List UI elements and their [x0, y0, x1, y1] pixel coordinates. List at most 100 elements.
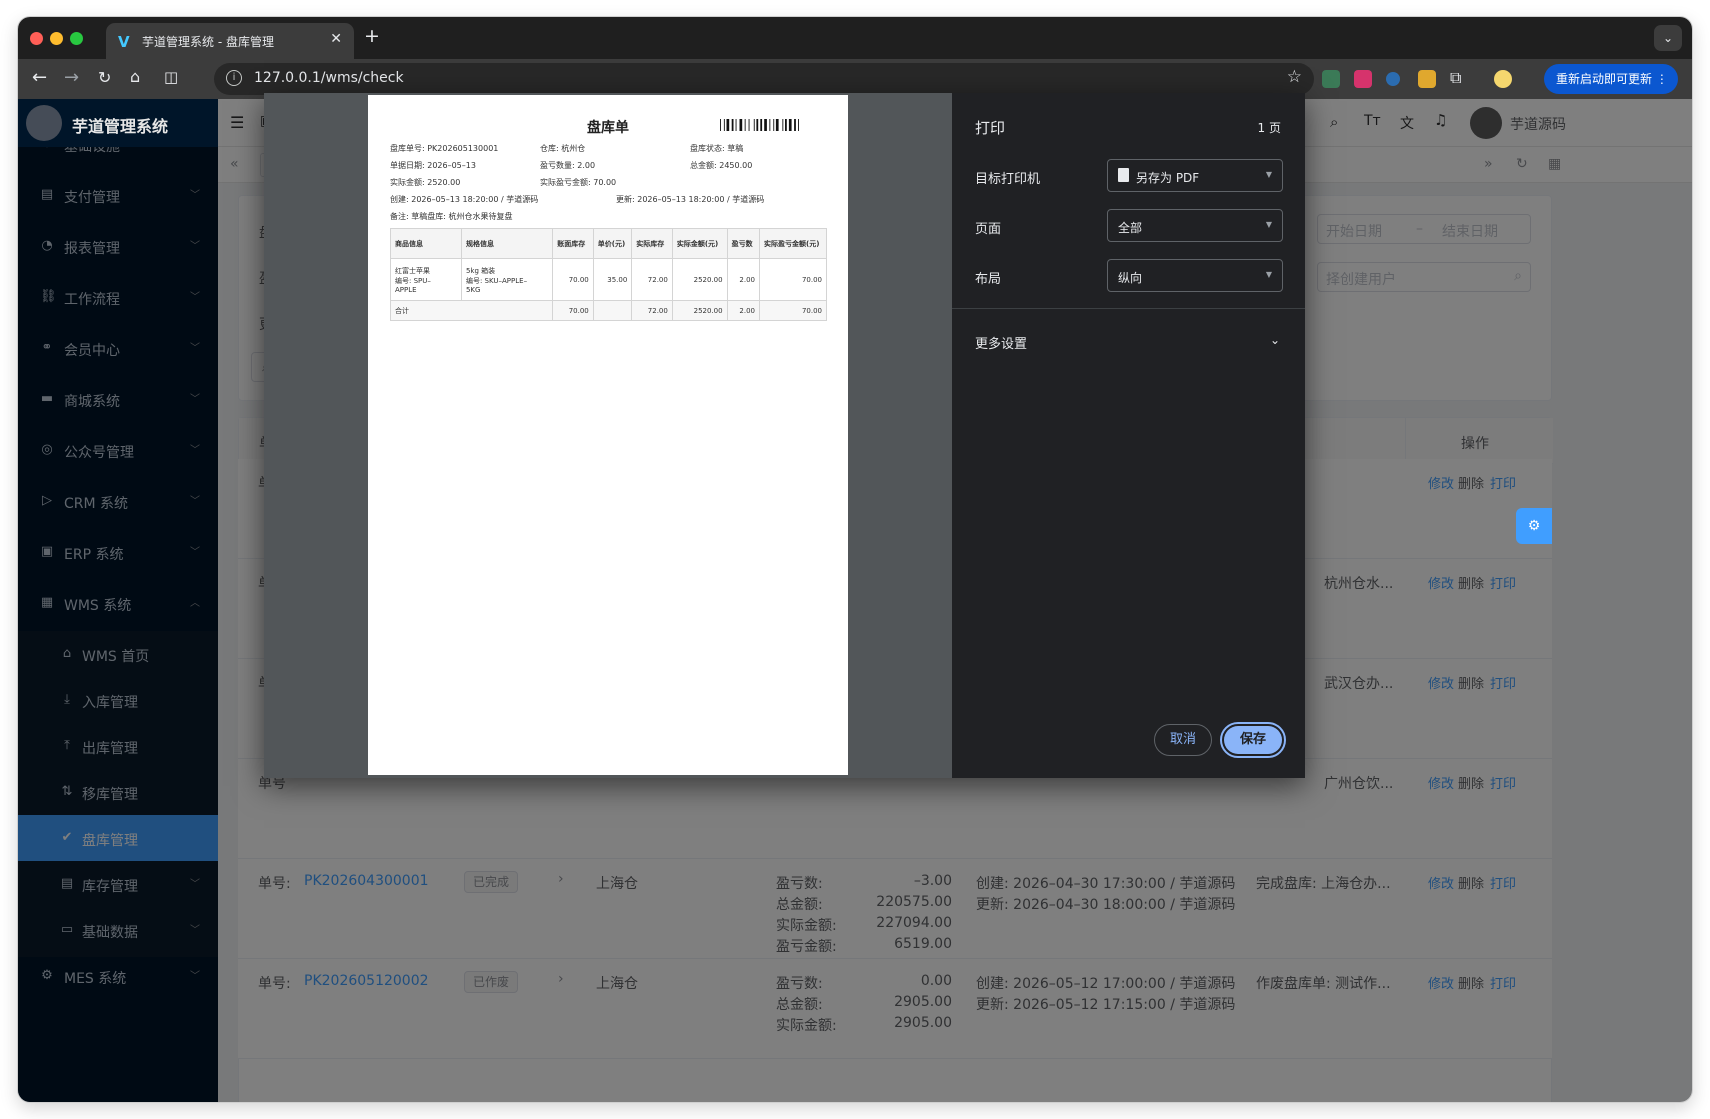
doc-actual: 实际金额: 2520.00: [390, 178, 461, 187]
doc-product-code-2: APPLE: [395, 285, 417, 294]
tab-search-button[interactable]: ⌄: [1654, 25, 1682, 51]
barcode-bar: [788, 119, 792, 131]
site-info-icon[interactable]: i: [226, 70, 242, 86]
barcode-bar: [798, 119, 799, 131]
barcode-bar: [739, 119, 743, 131]
doc-product-code: 编号: SPU–: [395, 276, 431, 285]
browser-tab[interactable]: V 芋道管理系统 - 盘库管理 ✕: [106, 23, 354, 59]
settings-divider: [952, 308, 1305, 309]
barcode-bar: [794, 119, 796, 131]
doc-spec-code: 编号: SKU–APPLE–: [465, 276, 528, 285]
barcode-bar: [764, 119, 767, 131]
doc-th: 规格信息: [460, 228, 554, 259]
forward-icon[interactable]: →: [64, 67, 79, 88]
doc-spec-code-2: 5KG: [465, 285, 481, 294]
barcode-bar: [731, 119, 734, 131]
profile-avatar-icon[interactable]: [1494, 70, 1512, 88]
tab-title: 芋道管理系统 - 盘库管理: [142, 35, 274, 49]
vue-logo-icon: V: [118, 33, 130, 51]
pages-label: 页面: [975, 222, 1002, 237]
doc-th: 商品信息: [390, 228, 462, 259]
barcode-bar: [744, 119, 746, 131]
barcode-bar: [773, 119, 775, 131]
doc-total-actual-qty: 72.00: [631, 300, 673, 321]
close-window-button[interactable]: [30, 32, 43, 45]
reading-mode-icon[interactable]: ◫: [164, 68, 178, 86]
doc-warehouse: 仓库: 杭州仓: [540, 144, 586, 153]
expand-chevron-icon[interactable]: ⌄: [1270, 333, 1280, 347]
cancel-button[interactable]: 取消: [1154, 724, 1212, 756]
doc-total-amount: 2520.00: [671, 300, 728, 321]
printer-select[interactable]: 另存为 PDF ▼: [1107, 159, 1283, 192]
url-text: 127.0.0.1/wms/check: [254, 70, 404, 86]
brush-extension-icon[interactable]: [1418, 70, 1436, 88]
doc-total-label: 合计: [389, 300, 554, 321]
barcode-bar: [760, 119, 763, 131]
relaunch-update-button[interactable]: 重新启动即可更新 ⋮: [1544, 64, 1678, 94]
print-preview-pane: 盘库单 盘库单号: PK202605130001 仓库: 杭州仓 盘库状态: 草…: [264, 93, 952, 778]
chevron-down-icon: ▼: [1265, 220, 1272, 229]
doc-actual-profit: 实际盈亏金额: 70.00: [540, 178, 617, 187]
new-tab-button[interactable]: +: [364, 25, 380, 47]
translate-extension-icon[interactable]: [1354, 70, 1372, 88]
doc-items-table: 商品信息 规格信息 账面库存 单价(元) 实际库存 实际金额(元) 盈亏数 实际…: [389, 228, 827, 321]
barcode-bar: [756, 119, 759, 131]
doc-diff-amount-cell: 70.00: [759, 258, 827, 301]
doc-amount-cell: 2520.00: [671, 258, 728, 301]
browser-window: V 芋道管理系统 - 盘库管理 ✕ + ⌄ ← → ↻ ⌂ ◫ i 127.0.…: [18, 17, 1692, 1102]
chevron-down-icon: ▼: [1265, 270, 1272, 279]
settings-gear-button[interactable]: ⚙: [1516, 508, 1552, 544]
doc-table-row: 红富士苹果 编号: SPU– APPLE 5kg 箱装 编号: SKU–APPLE– 5…: [390, 258, 827, 301]
back-icon[interactable]: ←: [32, 67, 47, 88]
doc-remark: 备注: 草稿盘库: 杭州仓水果待复盘: [390, 212, 513, 221]
doc-th: 实际库存: [631, 228, 673, 259]
save-button[interactable]: 保存: [1220, 722, 1286, 758]
doc-table-header: 商品信息 规格信息 账面库存 单价(元) 实际库存 实际金额(元) 盈亏数 实际…: [390, 228, 827, 259]
barcode-bar: [782, 119, 784, 131]
bookmark-star-icon[interactable]: ☆: [1287, 67, 1302, 87]
home-icon[interactable]: ⌂: [130, 67, 140, 86]
layout-select[interactable]: 纵向 ▼: [1107, 259, 1283, 292]
print-dialog: 盘库单 盘库单号: PK202605130001 仓库: 杭州仓 盘库状态: 草…: [264, 93, 1305, 778]
doc-status: 盘库状态: 草稿: [690, 144, 744, 153]
maximize-window-button[interactable]: [70, 32, 83, 45]
doc-actual-qty-cell: 72.00: [631, 258, 673, 301]
extension-icon[interactable]: [1322, 70, 1340, 88]
doc-order-no: 盘库单号: PK202605130001: [390, 144, 499, 153]
doc-th: 账面库存: [552, 228, 594, 259]
minimize-window-button[interactable]: [50, 32, 63, 45]
printer-value: 另存为 PDF: [1136, 171, 1200, 185]
extensions-puzzle-icon[interactable]: ⧉: [1450, 68, 1461, 88]
doc-diff-cell: 2.00: [726, 258, 761, 301]
reload-icon[interactable]: ↻: [98, 68, 111, 87]
doc-th: 实际盈亏金额(元): [759, 228, 827, 259]
page-count: 1 页: [1257, 121, 1281, 135]
doc-total-diff: 2.00: [726, 300, 761, 321]
doc-th: 单价(元): [592, 228, 633, 259]
more-settings-toggle[interactable]: 更多设置: [975, 333, 1027, 352]
doc-date: 单据日期: 2026–05–13: [390, 161, 476, 170]
preview-page: 盘库单 盘库单号: PK202605130001 仓库: 杭州仓 盘库状态: 草…: [368, 95, 848, 775]
doc-product-cell: 红富士苹果 编号: SPU– APPLE: [390, 258, 462, 301]
address-bar[interactable]: i 127.0.0.1/wms/check ☆: [214, 63, 1314, 95]
print-settings-panel: 打印 1 页 目标打印机 另存为 PDF ▼ 页面 全部 ▼ 布局 纵向 ▼ 更…: [952, 93, 1305, 778]
barcode-bar: [785, 119, 787, 131]
close-tab-icon[interactable]: ✕: [330, 31, 342, 47]
printer-label: 目标打印机: [975, 172, 1041, 187]
pages-select[interactable]: 全部 ▼: [1107, 209, 1283, 242]
doc-created: 创建: 2026–05–13 18:20:00 / 芋道源码: [390, 195, 539, 204]
app-title: 芋道管理系统: [72, 117, 169, 136]
pages-value: 全部: [1118, 221, 1143, 235]
doc-updated: 更新: 2026–05–13 18:20:00 / 芋道源码: [616, 195, 765, 204]
chevron-down-icon: ▼: [1265, 170, 1272, 179]
barcode-bar: [775, 119, 779, 131]
barcode-bar: [769, 119, 771, 131]
save-button-label: 保存: [1224, 726, 1282, 754]
doc-price-cell: 35.00: [592, 258, 633, 301]
barcode-bar: [753, 119, 755, 131]
barcode-bar: [748, 119, 750, 131]
layout-label: 布局: [975, 272, 1002, 287]
barcode-bar: [726, 119, 730, 131]
doc-profit-count: 盈亏数量: 2.00: [540, 161, 596, 170]
pin-extension-icon[interactable]: [1386, 72, 1400, 86]
